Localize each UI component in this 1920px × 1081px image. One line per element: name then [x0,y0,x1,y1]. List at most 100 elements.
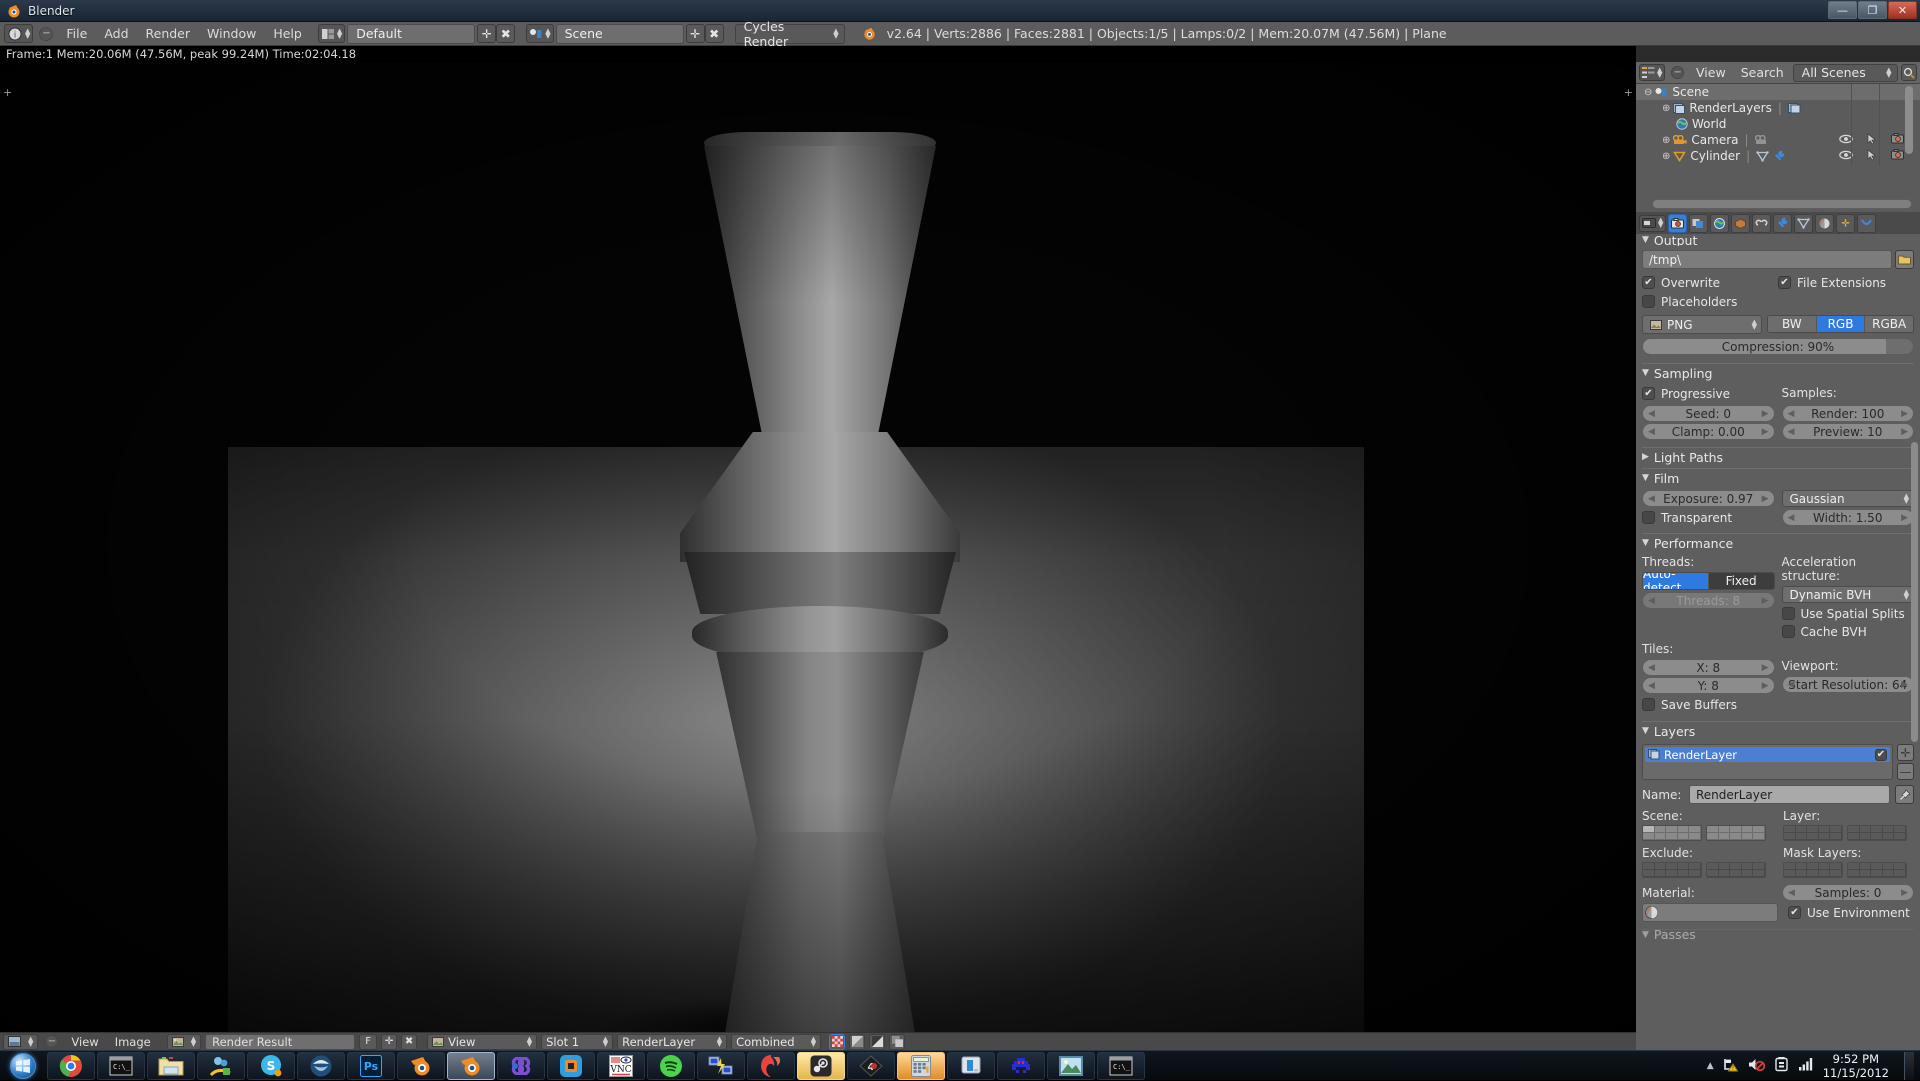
render-engine-dropdown[interactable]: Cycles Render ▲ ▼ [734,19,845,49]
thread-mode-enum[interactable]: Auto-detect Fixed [1642,572,1775,590]
clock[interactable]: 9:52 PM 11/15/2012 [1823,1052,1889,1080]
unlink-image-button[interactable]: ✖ [401,1033,418,1050]
color-mode-rgb[interactable]: RGB [1816,316,1866,332]
taskbar-item-console-2[interactable]: C:\_ [1097,1051,1145,1080]
properties-editor[interactable]: ▲ ▼ ✛ ▼ Output /tmp\ ✔ Overwrite ✔ File … [1636,212,1920,1050]
particles-tab[interactable]: ✛ [1836,213,1856,233]
taskbar-item-remote-desktop[interactable] [697,1051,745,1080]
screen-layout-icon[interactable]: ▲ ▼ [317,24,346,43]
scene-field[interactable]: Scene [555,23,684,44]
taskbar-item-messenger[interactable] [197,1051,245,1080]
cursor-arrow-icon[interactable] [1867,148,1877,164]
mesh-data-icon[interactable] [1756,150,1769,162]
render-layer-dropdown[interactable]: RenderLayer ▲ ▼ [617,1033,728,1050]
outliner-row-scene[interactable]: ⊖ Scene [1636,84,1920,100]
minimize-button[interactable]: — [1828,1,1857,19]
show-desktop-button[interactable] [1904,1051,1914,1080]
arrow-right-icon[interactable]: ▶ [1762,427,1769,437]
acceleration-structure-dropdown[interactable]: Dynamic BVH ▲ ▼ [1781,586,1914,603]
taskbar-item-steam[interactable] [797,1051,845,1080]
mask-layers-grid[interactable] [1783,862,1914,878]
mask-grid-left[interactable] [1783,862,1843,878]
properties-scrollbar[interactable] [1911,442,1918,742]
zdepth-icon[interactable] [889,1033,906,1050]
performance-row-2[interactable]: Tiles: ◀ X: 8 ▶ ◀ Y: 8 ▶ Save Buffers Vi… [1642,642,1914,713]
material-samples-row[interactable]: Material: ◀ Samples: 0 ▶ [1642,884,1914,901]
folder-icon[interactable] [1895,250,1914,269]
cursor-arrow-icon[interactable] [1867,132,1877,148]
arrow-right-icon[interactable]: ▶ [1762,409,1769,419]
magnifier-icon[interactable] [1900,64,1917,81]
use-spatial-splits-checkbox[interactable]: Use Spatial Splits [1781,605,1915,622]
arrow-right-icon[interactable]: ▶ [1901,427,1908,437]
placeholders-checkbox[interactable]: Placeholders [1642,293,1914,310]
arrow-left-icon[interactable]: ◀ [1788,888,1795,898]
seed-field[interactable]: ◀ Seed: 0 ▶ [1642,405,1775,422]
save-buffers-checkbox[interactable]: Save Buffers [1642,696,1775,713]
arrow-left-icon[interactable]: ◀ [1788,513,1795,523]
taskbar-item-chrome[interactable] [47,1051,95,1080]
taskbar-item-space-invader-app[interactable] [997,1051,1045,1080]
arrow-right-icon[interactable]: ▶ [1762,494,1769,504]
file-format-dropdown[interactable]: PNG ▲ ▼ [1642,315,1762,334]
taskbar-item-blender-1[interactable] [397,1051,445,1080]
color-mode-rgba[interactable]: RGBA [1865,316,1913,332]
arrow-right-icon[interactable]: ▶ [1901,409,1908,419]
properties-body[interactable]: ▼ Output /tmp\ ✔ Overwrite ✔ File Extens… [1636,234,1920,939]
scene-layer-grid-left[interactable] [1642,825,1702,841]
properties-tab-bar[interactable]: ▲ ▼ ✛ [1636,212,1920,234]
wrench-icon[interactable] [1773,150,1786,162]
file-extensions-checkbox[interactable]: ✔ File Extensions [1778,274,1886,291]
arrow-right-icon[interactable]: ▶ [1762,681,1769,691]
object-tab[interactable] [1752,213,1772,233]
outliner-row-toggles[interactable] [1839,132,1904,148]
thread-mode-fixed[interactable]: Fixed [1708,573,1774,589]
taskbar-item-photoshop[interactable]: Ps [347,1051,395,1080]
expander-plus-icon[interactable]: ⊕ [1662,151,1670,162]
performance-row-1[interactable]: Threads: Auto-detect Fixed ◀ Threads: 8 … [1642,555,1914,640]
collapse-menus-icon[interactable]: − [1671,66,1685,79]
render-pass-dropdown[interactable]: Combined ▲ ▼ [731,1033,822,1050]
render-layer-grid-right[interactable] [1847,825,1907,841]
collapse-menus-icon[interactable]: − [45,1035,59,1048]
compression-slider[interactable]: Compression: 90% [1642,338,1914,355]
taskbar-item-virtualbox[interactable] [547,1051,595,1080]
delete-scene-button[interactable]: ✖ [704,24,724,43]
taskbar-item-blender-2[interactable] [447,1051,495,1080]
expander-minus-icon[interactable]: ⊖ [1644,87,1652,98]
overwrite-checkbox[interactable]: ✔ Overwrite [1642,274,1778,291]
material-field-row[interactable]: ✔ Use Environment [1642,903,1914,922]
color-icon[interactable] [849,1033,866,1050]
modifiers-tab[interactable] [1773,213,1793,233]
panel-header-layers[interactable]: ▼ Layers [1642,721,1914,740]
outliner-area[interactable]: ▲▼ − View Search All Scenes ▲▼ ⊖ Scene [1636,62,1920,212]
color-mode-enum[interactable]: BW RGB RGBA [1767,315,1914,333]
expander-plus-icon[interactable]: ⊕ [1662,103,1670,114]
filter-type-dropdown[interactable]: Gaussian ▲ ▼ [1781,490,1914,507]
render-tab[interactable] [1668,213,1688,233]
collapse-menus-icon[interactable]: − [39,26,54,41]
preview-samples-field[interactable]: ◀ Preview: 10 ▶ [1781,423,1914,440]
expander-plus-icon[interactable]: ⊕ [1662,135,1670,146]
camera-render-icon[interactable] [1891,133,1904,147]
panel-header-performance[interactable]: ▼ Performance [1642,533,1914,552]
outliner-menu-view[interactable]: View [1690,65,1732,80]
scene-icon[interactable]: ▲ ▼ [526,24,554,43]
editor-type-selector[interactable]: ▲ ▼ [1639,214,1667,232]
taskbar-item-command-prompt[interactable]: C:\_ [97,1051,145,1080]
image-datablock-icon[interactable]: ▲ ▼ [166,1033,202,1050]
fake-user-button[interactable]: F [359,1033,378,1050]
exclude-grid[interactable] [1642,862,1773,878]
menu-file[interactable]: File [59,24,94,43]
data-tab[interactable] [1794,213,1814,233]
taskbar-item-windows-explorer[interactable] [147,1051,195,1080]
close-button[interactable]: ✕ [1888,1,1917,19]
arrow-left-icon[interactable]: ◀ [1788,427,1795,437]
scene-tab[interactable] [1710,213,1730,233]
outliner-row-toggles[interactable] [1839,148,1904,164]
alpha-icon[interactable] [869,1033,886,1050]
arrow-right-icon[interactable]: ▶ [1762,663,1769,673]
outliner-tree[interactable]: ⊖ Scene ⊕ RenderLayers | World ⊕ Camera … [1636,84,1920,166]
render-layers-tab[interactable] [1689,213,1709,233]
add-scene-button[interactable]: ✛ [685,24,705,43]
